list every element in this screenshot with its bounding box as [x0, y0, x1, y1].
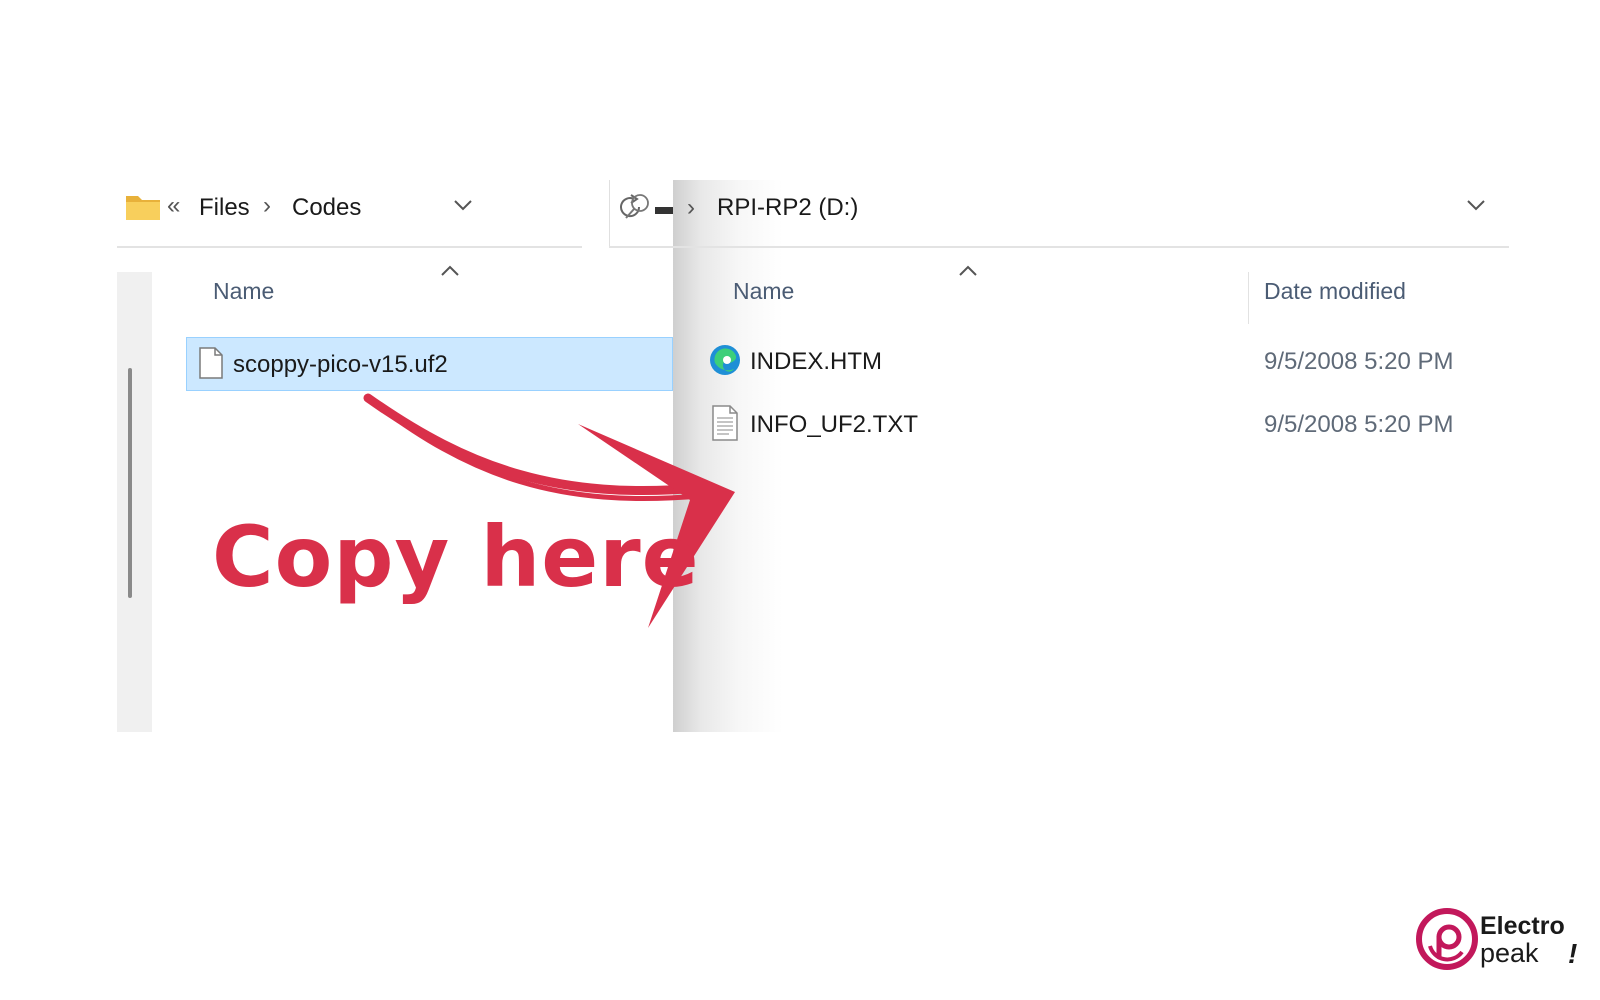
- breadcrumb-item-files[interactable]: Files: [199, 194, 250, 222]
- breadcrumb-overflow-icon[interactable]: «: [167, 192, 180, 220]
- right-explorer-window: › RPI-RP2 (D:) Name Date modified INDEX.…: [609, 180, 1509, 732]
- column-header-date-modified[interactable]: Date modified: [1264, 278, 1406, 305]
- logo-text-electro: Electro: [1480, 912, 1565, 940]
- file-date: 9/5/2008 5:20 PM: [1264, 348, 1454, 375]
- annotation-copy-here: Copy here: [212, 508, 700, 606]
- sort-ascending-icon: [441, 265, 459, 276]
- column-header-name[interactable]: Name: [733, 278, 794, 305]
- scrollbar-thumb[interactable]: [128, 368, 132, 598]
- file-row[interactable]: INFO_UF2.TXT 9/5/2008 5:20 PM: [703, 398, 1483, 450]
- breadcrumb-location[interactable]: RPI-RP2 (D:): [717, 194, 858, 222]
- text-file-icon: [712, 405, 738, 441]
- search-icon[interactable]: [623, 192, 651, 222]
- address-bar-underline: [609, 246, 1509, 248]
- drive-icon: [655, 207, 673, 214]
- file-row-selected[interactable]: scoppy-pico-v15.uf2: [186, 337, 673, 391]
- electropeak-logo: Electro peak !: [1416, 908, 1592, 978]
- logo-exclamation: !: [1568, 938, 1578, 969]
- edge-browser-icon: [710, 345, 740, 375]
- column-header-name[interactable]: Name: [213, 278, 274, 305]
- folder-icon: [126, 196, 160, 220]
- breadcrumb-separator-icon: ›: [263, 192, 271, 219]
- blank-file-icon: [199, 347, 223, 379]
- column-divider[interactable]: [1248, 272, 1249, 324]
- file-name: INDEX.HTM: [750, 348, 882, 375]
- sort-ascending-icon: [959, 265, 977, 276]
- file-name: scoppy-pico-v15.uf2: [233, 351, 448, 378]
- chevron-down-icon[interactable]: [453, 198, 473, 212]
- left-explorer-window: « Files › Codes Name scoppy-pico-v15.uf2: [117, 180, 700, 732]
- electropeak-logo-icon: [1416, 908, 1478, 970]
- logo-text-peak: peak: [1480, 938, 1539, 968]
- left-address-bar[interactable]: « Files › Codes: [117, 180, 582, 248]
- file-date: 9/5/2008 5:20 PM: [1264, 411, 1454, 438]
- file-name: INFO_UF2.TXT: [750, 411, 919, 438]
- file-row[interactable]: INDEX.HTM 9/5/2008 5:20 PM: [703, 335, 1483, 387]
- navigation-pane-rail: [117, 272, 152, 732]
- window-edge-shadow: [673, 180, 783, 732]
- breadcrumb-separator-icon: ›: [687, 194, 695, 221]
- address-bar-edge: [609, 180, 610, 246]
- breadcrumb-item-codes[interactable]: Codes: [292, 194, 361, 222]
- chevron-down-icon[interactable]: [1466, 198, 1486, 212]
